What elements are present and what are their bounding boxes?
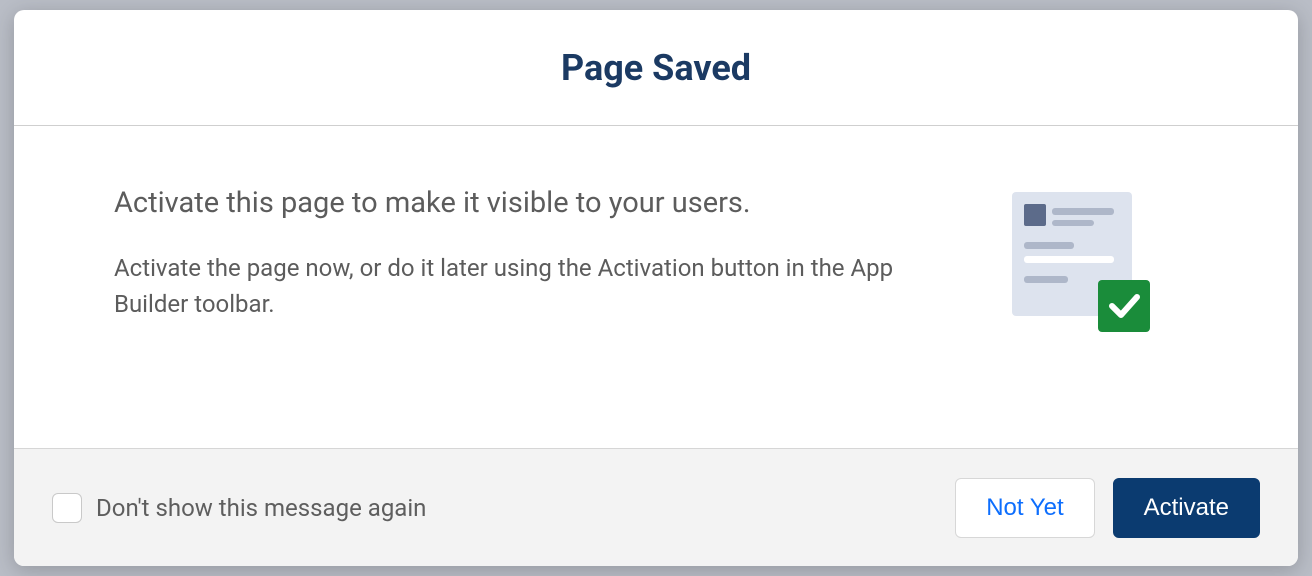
dont-show-again-checkbox[interactable] bbox=[52, 493, 82, 523]
not-yet-button[interactable]: Not Yet bbox=[955, 478, 1094, 538]
modal-header: Page Saved bbox=[14, 10, 1298, 126]
activate-button[interactable]: Activate bbox=[1113, 478, 1260, 538]
footer-right-group: Not Yet Activate bbox=[955, 478, 1260, 538]
modal-body: Activate this page to make it visible to… bbox=[14, 126, 1298, 448]
footer-left-group: Don't show this message again bbox=[52, 493, 426, 523]
modal-body-text: Activate this page to make it visible to… bbox=[114, 186, 954, 322]
modal-description: Activate the page now, or do it later us… bbox=[114, 250, 944, 322]
modal-title: Page Saved bbox=[561, 47, 751, 89]
dont-show-again-label: Don't show this message again bbox=[96, 494, 426, 522]
page-illustration-icon bbox=[994, 186, 1154, 336]
modal-footer: Don't show this message again Not Yet Ac… bbox=[14, 448, 1298, 566]
modal-headline: Activate this page to make it visible to… bbox=[114, 186, 954, 220]
page-saved-modal: Page Saved Activate this page to make it… bbox=[14, 10, 1298, 566]
